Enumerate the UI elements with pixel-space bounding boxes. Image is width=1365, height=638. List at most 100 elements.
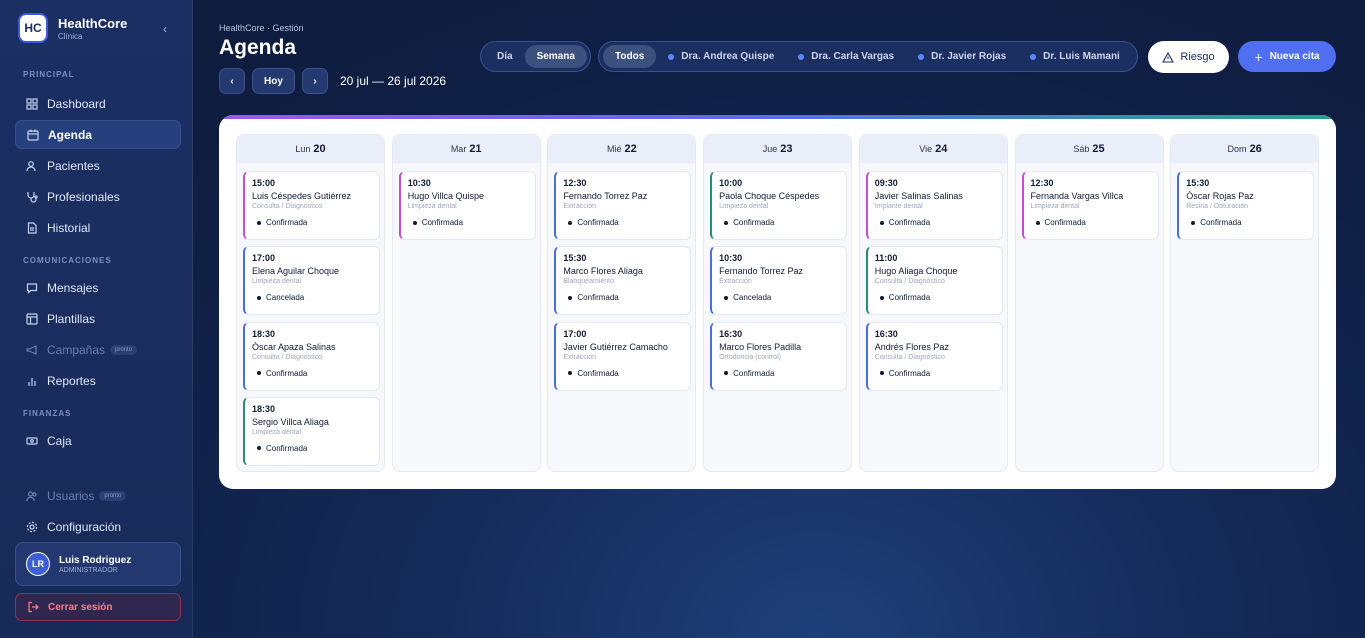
appointment-card[interactable]: 18:30 Óscar Apaza Salinas Consulta / Diagn… bbox=[243, 321, 380, 391]
status-label: Confirmada bbox=[733, 218, 775, 227]
appointment-card[interactable]: 17:00 Javier Gutiérrez Camacho Extracción C… bbox=[554, 321, 692, 391]
appointment-card[interactable]: 12:30 Fernando Torrez Paz Extracción Confir… bbox=[554, 171, 692, 240]
treatment-type: Consulta / Diagnóstico bbox=[874, 353, 945, 361]
appointment-card[interactable]: 10:00 Paola Choque Céspedes Limpieza denta… bbox=[710, 171, 848, 240]
sidebar-item-pacientes[interactable]: Pacientes bbox=[15, 151, 181, 180]
appointment-card[interactable]: 18:30 Sergio Villca Aliaga Limpieza dental… bbox=[243, 396, 380, 466]
sidebar-item-label: Profesionales bbox=[47, 189, 120, 204]
today-button[interactable]: Hoy bbox=[252, 68, 295, 94]
patient-name: Andrés Flores Paz bbox=[874, 341, 949, 352]
status-dot-icon bbox=[568, 220, 573, 225]
appointment-time: 10:30 bbox=[719, 253, 743, 264]
logout-icon bbox=[26, 600, 40, 614]
patient-name: Marco Flores Padilla bbox=[719, 341, 802, 352]
appointment-card[interactable]: 11:00 Hugo Aliaga Choque Consulta / Diagnó… bbox=[865, 246, 1003, 316]
status-label: Confirmada bbox=[266, 443, 308, 453]
sidebar-item-label: Dashboard bbox=[47, 96, 106, 111]
appointment-card[interactable]: 15:00 Luis Céspedes Gutiérrez Consulta / D… bbox=[243, 171, 380, 240]
appointment-time: 12:30 bbox=[1030, 178, 1054, 188]
status-dot-icon bbox=[1191, 220, 1196, 225]
appointment-card[interactable]: 17:00 Elena Aguilar Choque Limpieza dental… bbox=[243, 246, 380, 316]
appointment-card[interactable]: 15:30 Óscar Rojas Paz Resina / Obturación C… bbox=[1177, 171, 1315, 240]
appointment-card[interactable]: 15:30 Marco Flores Aliaga Blanqueamiento Co… bbox=[554, 246, 692, 316]
new-appointment-button[interactable]: + Nueva cita bbox=[1238, 41, 1336, 72]
status-dot-icon bbox=[257, 220, 261, 225]
sidebar-item-reportes[interactable]: Reportes bbox=[15, 366, 181, 395]
day-number: 21 bbox=[469, 143, 482, 155]
doctor-label: Dra. Andrea Quispe bbox=[681, 51, 775, 62]
logout-button[interactable]: Cerrar sesión bbox=[15, 593, 181, 621]
day-column[interactable]: Sáb 25 12:30 Fernanda Vargas Villca Limpieza… bbox=[1014, 134, 1164, 472]
patient-name: Hugo Villca Quispe bbox=[407, 191, 485, 201]
day-of-week: Jue bbox=[762, 144, 778, 154]
appointment-time: 10:00 bbox=[719, 178, 743, 188]
patient-name: Javier Salinas Salinas bbox=[874, 191, 963, 201]
status-dot-icon bbox=[257, 295, 261, 300]
brand[interactable]: HC HealthCore Clínica bbox=[18, 13, 127, 43]
collapse-sidebar-icon[interactable]: ‹ bbox=[163, 22, 167, 36]
status-label: Confirmada bbox=[733, 368, 775, 378]
status-badge: Confirmada bbox=[875, 218, 1002, 227]
appointment-card[interactable]: 16:30 Andrés Flores Paz Consulta / Diagnós… bbox=[865, 321, 1003, 391]
patient-name: Paola Choque Céspedes bbox=[719, 191, 820, 201]
appointment-card[interactable]: 16:30 Marco Flores Padilla Ortodoncia (con… bbox=[710, 321, 848, 391]
filter-doctor[interactable]: Dr. Luis Mamani bbox=[1018, 45, 1132, 68]
status-badge: Confirmada bbox=[1186, 218, 1313, 227]
gear-icon bbox=[25, 520, 39, 534]
status-dot-icon bbox=[568, 295, 573, 300]
status-dot-icon bbox=[879, 371, 884, 376]
day-column[interactable]: Mié 22 12:30 Fernando Torrez Paz Extracción C… bbox=[547, 134, 697, 472]
stethoscope-icon bbox=[25, 190, 39, 204]
day-of-week: Mar bbox=[450, 144, 467, 154]
day-column[interactable]: Vie 24 09:30 Javier Salinas Salinas Implante… bbox=[858, 134, 1008, 472]
appointment-card[interactable]: 10:30 Hugo Villca Quispe Limpieza dental Co… bbox=[398, 171, 536, 240]
appointment-time: 15:30 bbox=[1186, 178, 1210, 188]
users-icon bbox=[25, 159, 39, 173]
status-label: Confirmada bbox=[1044, 218, 1086, 227]
day-column[interactable]: Lun 20 15:00 Luis Céspedes Gutiérrez Consult… bbox=[236, 134, 385, 472]
appointment-card[interactable]: 12:30 Fernanda Vargas Villca Limpieza dent… bbox=[1021, 171, 1159, 240]
patient-name: Sergio Villca Aliaga bbox=[252, 416, 329, 427]
doctor-label: Dra. Carla Vargas bbox=[811, 51, 895, 62]
appointment-card[interactable]: 10:30 Fernando Torrez Paz Extracción Cancel… bbox=[710, 246, 848, 316]
patient-name: Óscar Rojas Paz bbox=[1186, 191, 1254, 201]
day-column[interactable]: Jue 23 10:00 Paola Choque Céspedes Limpieza … bbox=[703, 134, 853, 472]
day-number: 22 bbox=[624, 143, 637, 155]
filter-doctor[interactable]: Dr. Javier Rojas bbox=[906, 45, 1018, 68]
status-badge: Confirmada bbox=[408, 218, 535, 227]
view-day-tab[interactable]: Día bbox=[485, 45, 525, 68]
status-label: Confirmada bbox=[577, 368, 619, 378]
view-week-tab[interactable]: Semana bbox=[524, 45, 587, 68]
treatment-type: Extracción bbox=[563, 203, 597, 210]
risk-button[interactable]: Riesgo bbox=[1148, 41, 1229, 73]
user-card[interactable]: LR Luis Rodriguez ADMINISTRADOR bbox=[15, 542, 181, 586]
status-badge: Cancelada bbox=[719, 293, 846, 302]
filter-doctor[interactable]: Dra. Andrea Quispe bbox=[656, 45, 786, 68]
patient-name: Marco Flores Aliaga bbox=[563, 266, 643, 277]
sidebar-item-label: Usuarios bbox=[47, 488, 95, 503]
day-column[interactable]: Mar 21 10:30 Hugo Villca Quispe Limpieza den… bbox=[391, 134, 541, 472]
sidebar-item-plantillas[interactable]: Plantillas bbox=[15, 304, 181, 333]
sidebar-item-profesionales[interactable]: Profesionales bbox=[15, 182, 181, 211]
day-number: 23 bbox=[780, 143, 793, 155]
status-badge: Confirmada bbox=[252, 369, 379, 378]
filter-all[interactable]: Todos bbox=[603, 45, 657, 68]
status-badge: Confirmada bbox=[563, 293, 690, 302]
sidebar-item-dashboard[interactable]: Dashboard bbox=[15, 89, 181, 118]
sidebar-item-historial[interactable]: Historial bbox=[15, 213, 181, 242]
sidebar-item-configuracion[interactable]: Configuración bbox=[15, 512, 181, 541]
sidebar-item-caja[interactable]: Caja bbox=[15, 426, 181, 455]
appointment-card[interactable]: 09:30 Javier Salinas Salinas Implante dent… bbox=[865, 171, 1003, 240]
avatar: LR bbox=[26, 552, 50, 576]
filter-doctor[interactable]: Dra. Carla Vargas bbox=[786, 45, 906, 68]
prev-week-button[interactable]: ‹ bbox=[219, 68, 245, 94]
day-of-week: Dom bbox=[1227, 144, 1247, 154]
appointment-time: 17:00 bbox=[252, 253, 276, 264]
day-column[interactable]: Dom 26 15:30 Óscar Rojas Paz Resina / Obtura… bbox=[1170, 134, 1320, 472]
breadcrumb: HealthCore · Gestión bbox=[219, 23, 304, 33]
status-dot-icon bbox=[879, 220, 884, 225]
sidebar-item-agenda[interactable]: Agenda bbox=[15, 120, 181, 149]
sidebar-item-mensajes[interactable]: Mensajes bbox=[15, 273, 181, 302]
next-week-button[interactable]: › bbox=[302, 68, 328, 94]
status-label: Cancelada bbox=[733, 293, 772, 303]
